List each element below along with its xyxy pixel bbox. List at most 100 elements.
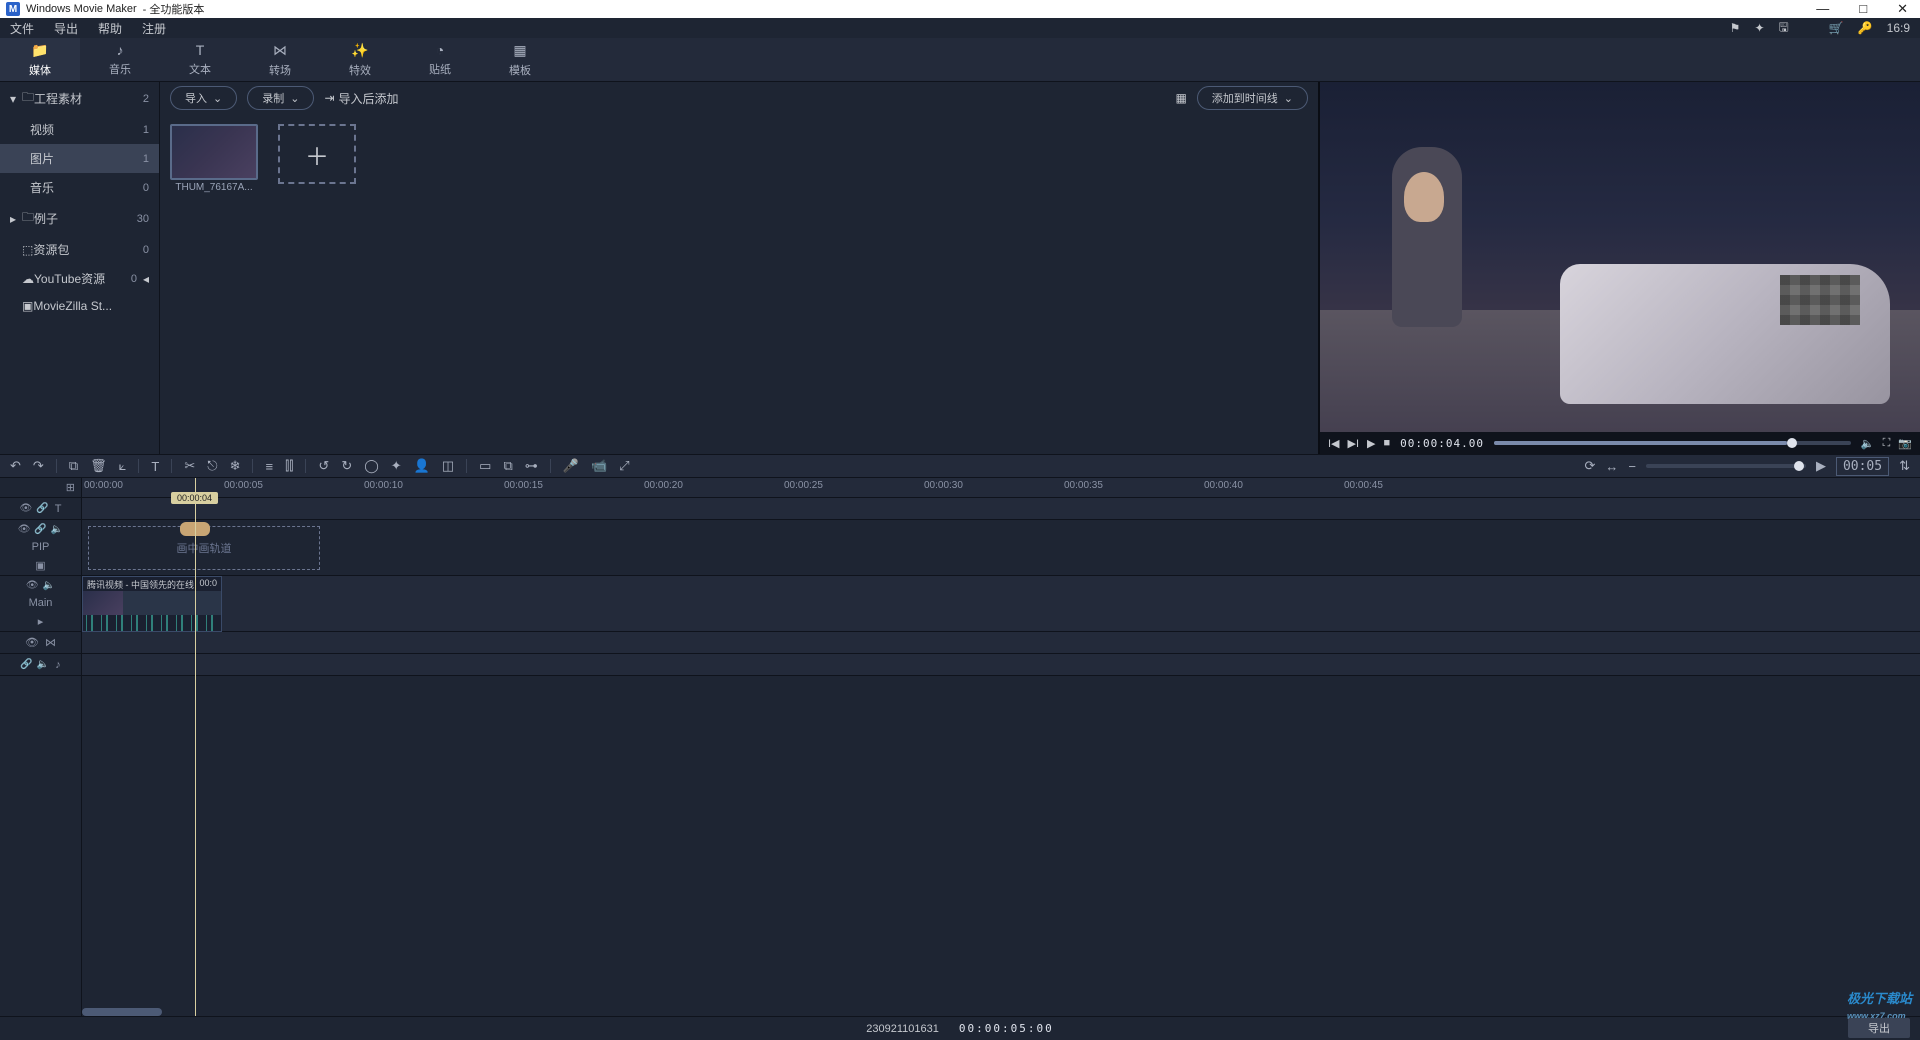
add-to-timeline-button[interactable]: 添加到时间线⌄ <box>1197 86 1308 110</box>
playhead[interactable]: 00:00:04 <box>195 478 196 1016</box>
lock-icon[interactable]: 🔗 <box>34 524 46 535</box>
play-button[interactable]: ▶ <box>1367 437 1375 450</box>
menu-help[interactable]: 帮助 <box>98 20 122 37</box>
rect-button[interactable]: ▭ <box>479 458 491 474</box>
main-play-icon[interactable]: ▸ <box>38 615 44 628</box>
mute-icon[interactable]: 🔈 <box>51 524 63 535</box>
link-button[interactable]: ⊶ <box>525 458 538 474</box>
menu-export[interactable]: 导出 <box>54 20 78 37</box>
eye-icon[interactable]: 👁 <box>20 503 33 514</box>
zoom-out-button[interactable]: − <box>1628 459 1636 474</box>
refresh-button[interactable]: ⟳ <box>1584 458 1595 474</box>
eye-icon[interactable]: 👁 <box>25 636 39 649</box>
tab-sticker[interactable]: ◔贴纸 <box>400 38 480 81</box>
zoom-slider[interactable] <box>1646 464 1806 468</box>
minimize-button[interactable]: — <box>1810 1 1835 17</box>
split-button[interactable]: ⎋ <box>207 458 217 474</box>
track-header-transition[interactable]: 👁⋈ <box>0 632 81 654</box>
track-header-main[interactable]: 👁🔈Main▸ <box>0 576 81 632</box>
add-track-icon[interactable]: ⊞ <box>66 481 75 494</box>
track-header-text[interactable]: 👁🔗T <box>0 498 81 520</box>
sidebar-item-project[interactable]: ▾🗀 工程素材2 <box>0 82 159 115</box>
main-track[interactable]: 腾讯视频 - 中国领先的在线00:0 <box>82 576 1920 632</box>
record-button[interactable]: 录制⌄ <box>247 86 314 110</box>
magic-button[interactable]: ✦ <box>391 458 402 474</box>
align-button[interactable]: ≡ <box>265 459 273 474</box>
tracks-area[interactable]: 00:00:00 00:00:05 00:00:10 00:00:15 00:0… <box>82 478 1920 1016</box>
camera-button[interactable]: 📹 <box>591 458 607 474</box>
columns-button[interactable]: ⫿⫿ <box>285 458 293 474</box>
lock-icon[interactable]: 🔗 <box>20 659 32 670</box>
mute-icon[interactable]: 🔈 <box>43 580 55 591</box>
grid-view-icon[interactable]: ▦ <box>1175 91 1186 105</box>
sidebar-item-resource[interactable]: ⬚ 资源包0 <box>0 235 159 264</box>
save-icon[interactable]: 🖫 <box>1779 18 1789 39</box>
seek-bar[interactable] <box>1494 441 1851 445</box>
freeze-button[interactable]: ❄ <box>230 458 241 474</box>
text-tool-button[interactable]: T <box>151 459 159 474</box>
menu-file[interactable]: 文件 <box>10 20 34 37</box>
tab-transition[interactable]: ⋈转场 <box>240 38 320 81</box>
horizontal-scrollbar[interactable] <box>82 1008 162 1016</box>
pip-track[interactable]: 画中画轨道 <box>82 520 1920 576</box>
loop-button[interactable]: ◯ <box>364 458 379 474</box>
stop-button[interactable]: ■ <box>1384 437 1391 450</box>
cart-icon[interactable]: 🛒 <box>1829 21 1844 35</box>
mic-button[interactable]: 🎤 <box>563 458 579 474</box>
sidebar-item-youtube[interactable]: ☁ YouTube资源0◂ <box>0 264 159 293</box>
expand-button[interactable]: ⤢ <box>619 458 629 474</box>
track-header-pip[interactable]: 👁🔗🔈PIP▣ <box>0 520 81 576</box>
export-button[interactable]: 导出 <box>1848 1018 1910 1038</box>
sidebar-item-examples[interactable]: ▸🗀 例子30 <box>0 202 159 235</box>
lock-icon[interactable]: 🔗 <box>36 503 48 514</box>
person-button[interactable]: 👤 <box>414 458 430 474</box>
copy-button[interactable]: ⧉ <box>69 458 78 474</box>
sidebar-item-image[interactable]: 图片1 <box>0 144 159 173</box>
sidebar-item-video[interactable]: 视频1 <box>0 115 159 144</box>
close-button[interactable]: ✕ <box>1891 1 1914 17</box>
import-button[interactable]: 导入⌄ <box>170 86 237 110</box>
sidebar-item-moviezilla[interactable]: ▣ MovieZilla St... <box>0 293 159 319</box>
prev-frame-button[interactable]: I◀ <box>1328 437 1340 450</box>
add-media-button[interactable]: ＋ <box>278 124 356 184</box>
redo-button[interactable]: ↷ <box>33 458 44 474</box>
menu-register[interactable]: 注册 <box>142 20 166 37</box>
snapshot-icon[interactable]: 📷 <box>1898 437 1912 450</box>
key-icon[interactable]: 🔑 <box>1858 21 1873 35</box>
layers-button[interactable]: ⧉ <box>503 458 512 474</box>
fit-button[interactable]: ↔ <box>1605 459 1618 474</box>
rotate-left-button[interactable]: ↺ <box>318 458 329 474</box>
aspect-ratio[interactable]: 16:9 <box>1887 21 1910 35</box>
star-icon[interactable]: ✦ <box>1754 21 1764 35</box>
fullscreen-icon[interactable]: ⛶ <box>1883 437 1891 450</box>
crop-button[interactable]: ⟀ <box>119 458 127 474</box>
media-thumbnail[interactable]: THUM_76167A... <box>170 124 258 193</box>
sidebar-item-audio[interactable]: 音乐0 <box>0 173 159 202</box>
tab-template[interactable]: ▦模板 <box>480 38 560 81</box>
mute-icon[interactable]: 🔈 <box>37 659 49 670</box>
zoom-stepper-icon[interactable]: ⇅ <box>1899 458 1910 474</box>
flag-icon[interactable]: ⚑ <box>1730 21 1741 35</box>
eye-icon[interactable]: 👁 <box>18 524 31 535</box>
tab-music[interactable]: ♪音乐 <box>80 38 160 81</box>
rotate-right-button[interactable]: ↻ <box>341 458 352 474</box>
import-add-link[interactable]: ⇥导入后添加 <box>324 90 398 107</box>
zoom-value[interactable]: 00:05 <box>1836 457 1889 476</box>
track-header-audio[interactable]: 🔗🔈♪ <box>0 654 81 676</box>
transition-track[interactable] <box>82 632 1920 654</box>
audio-track[interactable] <box>82 654 1920 676</box>
preview-video[interactable] <box>1320 82 1920 432</box>
next-frame-button[interactable]: ▶I <box>1348 437 1360 450</box>
volume-icon[interactable]: 🔈 <box>1861 437 1875 450</box>
cut-button[interactable]: ✂ <box>184 458 195 474</box>
time-ruler[interactable]: 00:00:00 00:00:05 00:00:10 00:00:15 00:0… <box>82 478 1920 498</box>
crop-frame-button[interactable]: ◫ <box>442 458 454 474</box>
main-clip[interactable]: 腾讯视频 - 中国领先的在线00:0 <box>82 576 222 632</box>
pip-settings-icon[interactable]: ▣ <box>35 559 45 572</box>
zoom-in-button[interactable]: ▶ <box>1816 458 1826 474</box>
eye-icon[interactable]: 👁 <box>26 580 39 591</box>
undo-button[interactable]: ↶ <box>10 458 21 474</box>
text-track[interactable] <box>82 498 1920 520</box>
collapse-arrow-icon[interactable]: ◂ <box>143 272 149 286</box>
tab-effect[interactable]: ✨特效 <box>320 38 400 81</box>
